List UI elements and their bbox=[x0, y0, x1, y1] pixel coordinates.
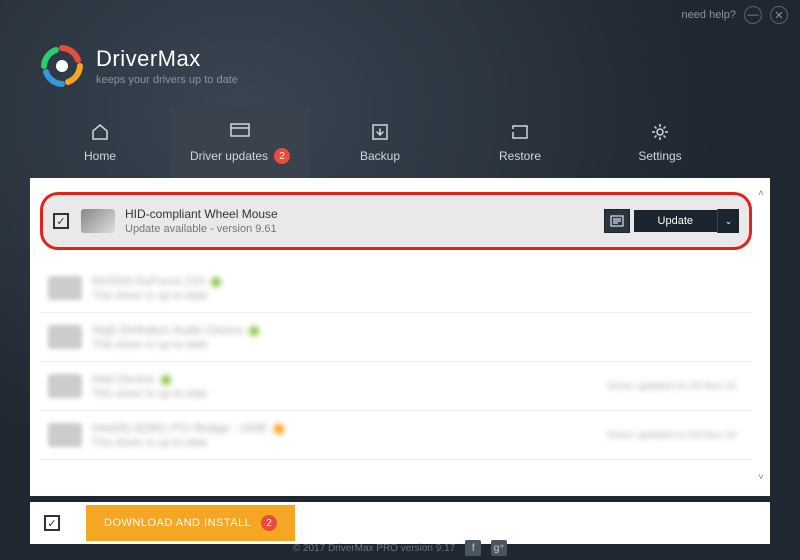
status-dot-icon bbox=[274, 424, 284, 434]
driver-row[interactable]: Intel(R) 82801 PCI Bridge - 244E This dri… bbox=[40, 411, 752, 460]
tab-label: Driver updates bbox=[190, 149, 268, 163]
update-dropdown[interactable]: ⌄ bbox=[717, 209, 739, 233]
update-date: Driver updated on 03-Nov-16 bbox=[607, 381, 736, 392]
tab-label: Settings bbox=[638, 149, 681, 163]
device-icon bbox=[48, 374, 82, 398]
driver-status: This driver is up-to-date bbox=[92, 388, 607, 400]
install-badge: 2 bbox=[261, 515, 277, 531]
tab-label: Restore bbox=[499, 149, 541, 163]
tab-driver-updates[interactable]: Driver updates 2 bbox=[170, 106, 310, 178]
driver-status: Update available - version 9.61 bbox=[125, 223, 604, 235]
status-dot-icon bbox=[161, 375, 171, 385]
driver-row[interactable]: High Definition Audio Device This driver … bbox=[40, 313, 752, 362]
driver-row[interactable]: NVIDIA GeForce 210 This driver is up-to-d… bbox=[40, 264, 752, 313]
footer: © 2017 DriverMax PRO version 9.17 f g⁺ bbox=[0, 540, 800, 556]
driver-row-featured[interactable]: HID-compliant Wheel Mouse Update availab… bbox=[40, 192, 752, 250]
updates-icon bbox=[229, 120, 251, 142]
install-label: DOWNLOAD AND INSTALL bbox=[104, 517, 251, 529]
driver-name: NVIDIA GeForce 210 bbox=[92, 274, 205, 288]
app-tagline: keeps your drivers up to date bbox=[96, 74, 238, 86]
tab-backup[interactable]: Backup bbox=[310, 106, 450, 178]
gear-icon bbox=[649, 121, 671, 143]
tab-home[interactable]: Home bbox=[30, 106, 170, 178]
scroll-down-icon[interactable]: ˅ bbox=[754, 472, 768, 486]
scrollbar[interactable]: ˄ ˅ bbox=[754, 188, 768, 486]
home-icon bbox=[89, 121, 111, 143]
update-date: Driver updated on 03-Nov-16 bbox=[607, 430, 736, 441]
checkbox[interactable] bbox=[53, 213, 69, 229]
bottom-bar: DOWNLOAD AND INSTALL 2 bbox=[30, 502, 770, 544]
scroll-up-icon[interactable]: ˄ bbox=[754, 188, 768, 202]
tab-restore[interactable]: Restore bbox=[450, 106, 590, 178]
driver-list-panel: HID-compliant Wheel Mouse Update availab… bbox=[30, 178, 770, 496]
driver-name: High Definition Audio Device bbox=[92, 323, 243, 337]
device-icon bbox=[81, 209, 115, 233]
updates-badge: 2 bbox=[274, 148, 290, 164]
device-icon bbox=[48, 423, 82, 447]
help-link[interactable]: need help? bbox=[682, 9, 736, 21]
driver-status: This driver is up-to-date bbox=[92, 437, 607, 449]
tab-label: Backup bbox=[360, 149, 400, 163]
driver-status: This driver is up-to-date bbox=[92, 339, 744, 351]
main-tabs: Home Driver updates 2 Backup Restore Sett… bbox=[0, 106, 800, 178]
driver-name: Intel Device bbox=[92, 372, 155, 386]
app-logo-icon bbox=[40, 44, 84, 88]
details-button[interactable] bbox=[604, 209, 630, 233]
driver-row[interactable]: Intel Device This driver is up-to-date Dr… bbox=[40, 362, 752, 411]
app-title: DriverMax bbox=[96, 46, 238, 72]
device-icon bbox=[48, 276, 82, 300]
facebook-icon[interactable]: f bbox=[465, 540, 481, 556]
driver-name: HID-compliant Wheel Mouse bbox=[125, 207, 604, 221]
minimize-button[interactable]: — bbox=[744, 6, 762, 24]
device-icon bbox=[48, 325, 82, 349]
status-dot-icon bbox=[211, 277, 221, 287]
driver-status: This driver is up-to-date bbox=[92, 290, 744, 302]
status-dot-icon bbox=[249, 326, 259, 336]
tab-settings[interactable]: Settings bbox=[590, 106, 730, 178]
google-plus-icon[interactable]: g⁺ bbox=[491, 540, 507, 556]
driver-name: Intel(R) 82801 PCI Bridge - 244E bbox=[92, 421, 268, 435]
close-button[interactable]: ✕ bbox=[770, 6, 788, 24]
brand-header: DriverMax keeps your drivers up to date bbox=[0, 30, 800, 106]
copyright: © 2017 DriverMax PRO version 9.17 bbox=[293, 543, 455, 554]
restore-icon bbox=[509, 121, 531, 143]
select-all-checkbox[interactable] bbox=[44, 515, 60, 531]
update-button[interactable]: Update bbox=[634, 210, 717, 232]
backup-icon bbox=[369, 121, 391, 143]
download-install-button[interactable]: DOWNLOAD AND INSTALL 2 bbox=[86, 505, 295, 541]
tab-label: Home bbox=[84, 149, 116, 163]
